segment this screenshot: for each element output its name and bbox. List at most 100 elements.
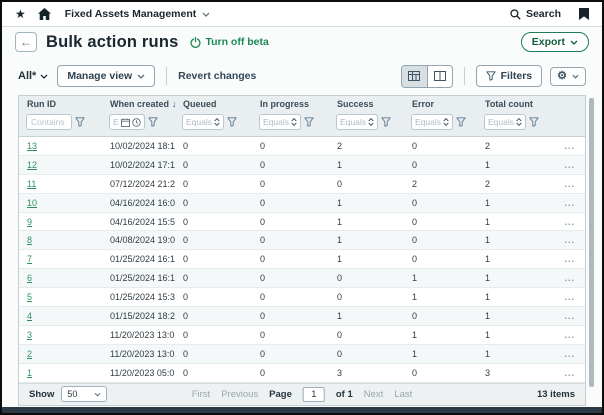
row-actions-button[interactable]: ... [564, 311, 575, 321]
app-switcher[interactable]: Fixed Assets Management [65, 8, 211, 20]
row-actions-button[interactable]: ... [564, 160, 575, 170]
run-id-link[interactable]: 9 [27, 217, 32, 227]
vertical-scrollbar[interactable] [589, 98, 594, 387]
show-label: Show [29, 389, 54, 400]
column-header-when-created[interactable]: When created↓ [102, 99, 175, 109]
row-actions-button[interactable]: ... [564, 235, 575, 245]
calendar-icon[interactable] [121, 118, 130, 127]
column-header-in-progress[interactable]: In progress [252, 99, 329, 109]
row-actions-button[interactable]: ... [564, 254, 575, 264]
cell-total-count: 1 [477, 217, 544, 227]
panel-view-toggle[interactable] [427, 66, 452, 87]
run-id-link[interactable]: 7 [27, 254, 32, 264]
filter-funnel-icon[interactable] [381, 117, 391, 127]
run-id-link[interactable]: 12 [27, 160, 37, 170]
page-size-select[interactable]: 50 [61, 386, 107, 402]
select-arrows-icon [368, 118, 374, 126]
cell-actions: ... [544, 311, 585, 321]
select-arrows-icon [443, 118, 449, 126]
column-header-success[interactable]: Success [329, 99, 404, 109]
run-id-filter-input[interactable] [26, 114, 72, 130]
row-actions-button[interactable]: ... [564, 330, 575, 340]
row-actions-button[interactable]: ... [564, 368, 575, 378]
filter-funnel-icon[interactable] [304, 117, 314, 127]
run-id-link[interactable]: 11 [27, 179, 36, 189]
cell-error: 0 [404, 235, 477, 245]
cell-queued: 0 [175, 160, 252, 170]
column-header-total-count[interactable]: Total count [477, 99, 544, 109]
cell-run-id: 9 [19, 217, 102, 227]
cell-when-created: 01/25/2024 16:1... [102, 254, 175, 264]
row-actions-button[interactable]: ... [564, 179, 575, 189]
filter-funnel-icon[interactable] [75, 117, 85, 127]
filter-funnel-icon[interactable] [148, 117, 158, 127]
cell-in-progress: 0 [252, 198, 329, 208]
pagination: First Previous Page of 1 Next Last [192, 387, 413, 402]
next-page-button[interactable]: Next [364, 389, 384, 400]
cell-success: 2 [329, 141, 404, 151]
error-filter-select[interactable]: Equals [411, 114, 453, 130]
queued-filter-select[interactable]: Equals [182, 114, 224, 130]
home-icon[interactable] [38, 8, 51, 20]
page-number-input[interactable] [303, 387, 325, 402]
filter-funnel-icon[interactable] [227, 117, 237, 127]
turn-off-beta-link[interactable]: Turn off beta [190, 36, 268, 48]
cell-run-id: 5 [19, 292, 102, 302]
row-actions-button[interactable]: ... [564, 198, 575, 208]
filter-cell-error: Equals [404, 114, 477, 130]
filters-button[interactable]: Filters [476, 65, 543, 87]
first-page-button[interactable]: First [192, 389, 210, 400]
row-actions-button[interactable]: ... [564, 217, 575, 227]
table-row: 1 11/20/2023 05:0... 0 0 3 0 3 ... [19, 364, 585, 383]
row-actions-button[interactable]: ... [564, 292, 575, 302]
page-header: ← Bulk action runs Turn off beta Export [2, 27, 602, 57]
toolbar-right: Filters ⚙ [401, 65, 586, 88]
run-id-link[interactable]: 1 [27, 368, 32, 378]
run-id-link[interactable]: 8 [27, 235, 32, 245]
cell-run-id: 3 [19, 330, 102, 340]
view-selector[interactable]: All* [18, 70, 48, 82]
run-id-link[interactable]: 5 [27, 292, 32, 302]
filter-funnel-icon[interactable] [456, 117, 466, 127]
run-id-link[interactable]: 10 [27, 198, 37, 208]
previous-page-button[interactable]: Previous [221, 389, 258, 400]
cell-total-count: 2 [477, 179, 544, 189]
last-page-button[interactable]: Last [394, 389, 412, 400]
settings-button[interactable]: ⚙ [550, 67, 586, 86]
success-filter-select[interactable]: Equals [336, 114, 378, 130]
cell-error: 0 [404, 311, 477, 321]
table-header-row: Run ID When created↓ Queued In progress … [19, 96, 585, 111]
back-button[interactable]: ← [15, 32, 37, 52]
clock-icon[interactable] [132, 118, 141, 127]
manage-view-button[interactable]: Manage view [57, 65, 155, 87]
cell-total-count: 1 [477, 330, 544, 340]
bookmark-icon[interactable] [579, 8, 589, 20]
date-filter-box[interactable]: E [109, 114, 145, 130]
revert-changes-link[interactable]: Revert changes [178, 70, 256, 82]
filter-funnel-icon[interactable] [529, 117, 539, 127]
row-actions-button[interactable]: ... [564, 273, 575, 283]
favorites-star-icon[interactable]: ★ [15, 8, 26, 20]
search-button[interactable]: Search [510, 8, 561, 20]
chevron-down-icon [572, 74, 579, 79]
run-id-link[interactable]: 2 [27, 349, 32, 359]
grid-view-toggle[interactable] [402, 66, 427, 87]
row-actions-button[interactable]: ... [564, 141, 575, 151]
column-header-queued[interactable]: Queued [175, 99, 252, 109]
run-id-link[interactable]: 4 [27, 311, 32, 321]
cell-queued: 0 [175, 292, 252, 302]
select-arrows-icon [291, 118, 297, 126]
total-count-filter-select[interactable]: Equals [484, 114, 526, 130]
export-button[interactable]: Export [521, 32, 589, 52]
in-progress-filter-select[interactable]: Equals [259, 114, 301, 130]
run-id-link[interactable]: 3 [27, 330, 32, 340]
column-header-error[interactable]: Error [404, 99, 477, 109]
row-actions-button[interactable]: ... [564, 349, 575, 359]
chevron-down-icon [202, 12, 210, 17]
run-id-link[interactable]: 6 [27, 273, 32, 283]
run-id-link[interactable]: 13 [27, 141, 37, 151]
cell-error: 1 [404, 292, 477, 302]
column-header-run-id[interactable]: Run ID [19, 99, 102, 109]
cell-queued: 0 [175, 330, 252, 340]
page-title: Bulk action runs [46, 33, 178, 52]
